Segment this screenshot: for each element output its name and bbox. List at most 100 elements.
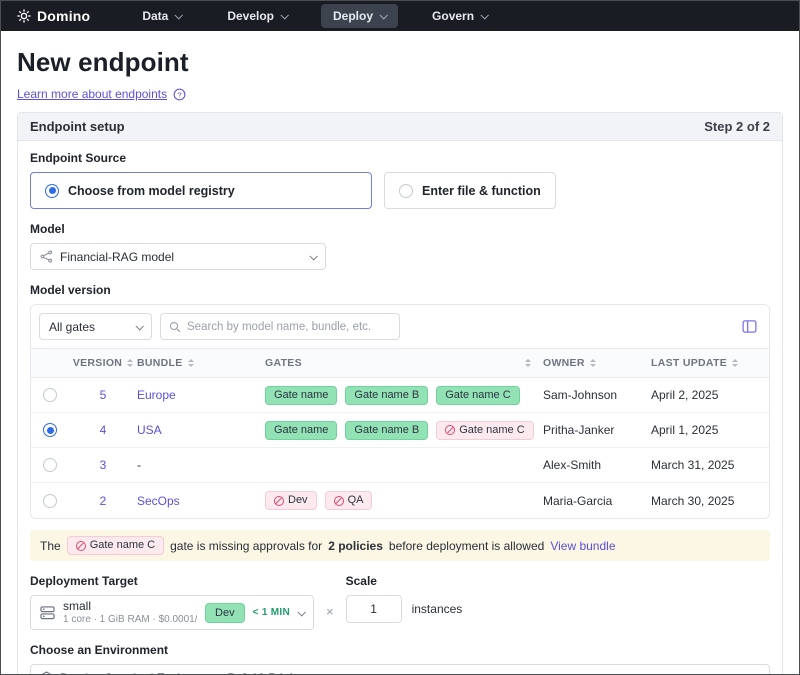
domino-brand[interactable]: Domino xyxy=(17,8,90,24)
nav-menu: Data Develop Deploy Govern xyxy=(130,4,521,28)
sort-icon[interactable] xyxy=(732,359,738,367)
chevron-down-icon xyxy=(309,252,317,260)
version-link[interactable]: 3 xyxy=(100,458,107,472)
endpoint-source-option-0[interactable]: Choose from model registry xyxy=(30,172,372,209)
nav-item-data[interactable]: Data xyxy=(130,4,193,28)
header-last-update[interactable]: LAST UPDATE xyxy=(651,357,769,369)
table-row: 5 Europe Gate nameGate name BGate name CSa… xyxy=(31,378,769,413)
radio-button[interactable] xyxy=(45,184,59,198)
last-update-value: March 31, 2025 xyxy=(651,458,769,472)
nav-item-label: Deploy xyxy=(333,9,373,23)
warning-text: before deployment is allowed xyxy=(389,539,544,553)
view-bundle-link[interactable]: View bundle xyxy=(550,539,615,553)
help-icon[interactable]: ? xyxy=(173,88,186,101)
row-radio-button[interactable] xyxy=(43,388,57,402)
target-name-block: small 1 core · 1 GiB RAM · $0.0001/min xyxy=(63,600,197,625)
last-update-value: April 2, 2025 xyxy=(651,388,769,402)
table-header-row: VERSION BUNDLE GATES xyxy=(31,348,769,378)
owner-value: Sam-Johnson xyxy=(543,388,651,402)
header-gates[interactable]: GATES xyxy=(265,357,543,369)
learn-more-link[interactable]: Learn more about endpoints xyxy=(17,87,167,101)
model-version-label: Model version xyxy=(30,283,770,297)
environment-select[interactable]: Domino Standard Environment Py3.10 R4.4 xyxy=(30,664,770,675)
option-label: Enter file & function xyxy=(422,184,541,198)
table-row: 3-Alex-SmithMarch 31, 2025 xyxy=(31,448,769,483)
chevron-down-icon xyxy=(481,11,489,19)
nav-item-govern[interactable]: Govern xyxy=(420,4,499,28)
scale-group: Scale instances xyxy=(346,574,463,623)
endpoint-source-label: Endpoint Source xyxy=(30,151,770,165)
bundle-link[interactable]: SecOps xyxy=(137,494,180,508)
chevron-down-icon xyxy=(379,11,387,19)
environment-value: Domino Standard Environment Py3.10 R4.4 xyxy=(60,671,747,675)
model-select[interactable]: Financial-RAG model xyxy=(30,243,326,270)
bundle-link[interactable]: USA xyxy=(137,423,162,437)
header-owner[interactable]: OWNER xyxy=(543,357,651,369)
gates-cell: DevQA xyxy=(265,491,543,510)
gate-badge: Dev xyxy=(265,491,317,510)
row-radio-button[interactable] xyxy=(43,423,57,437)
nav-item-label: Data xyxy=(142,9,168,23)
row-radio-button[interactable] xyxy=(43,494,57,508)
chevron-down-icon xyxy=(135,322,143,330)
column-settings-icon[interactable] xyxy=(738,317,761,336)
scale-input[interactable] xyxy=(346,595,402,623)
endpoint-setup-card: Endpoint setup Step 2 of 2 Endpoint Sour… xyxy=(17,112,783,675)
version-link[interactable]: 4 xyxy=(100,423,107,437)
model-label: Model xyxy=(30,222,770,236)
nav-item-develop[interactable]: Develop xyxy=(215,4,299,28)
chevron-down-icon xyxy=(297,608,305,616)
target-name: small xyxy=(63,600,197,614)
model-version-table: All gates xyxy=(30,304,770,519)
search-box xyxy=(160,313,400,340)
nav-item-deploy[interactable]: Deploy xyxy=(321,4,398,28)
gate-badge: Gate name xyxy=(265,421,337,440)
model-select-value: Financial-RAG model xyxy=(60,250,303,264)
option-label: Choose from model registry xyxy=(68,184,235,198)
gates-filter-select[interactable]: All gates xyxy=(39,313,152,340)
sort-icon[interactable] xyxy=(525,359,531,367)
sort-icon[interactable] xyxy=(127,359,133,367)
app-window: Domino Data Develop Deploy Govern New endpo… xyxy=(0,0,800,675)
sort-icon[interactable] xyxy=(590,359,596,367)
deployment-target-select[interactable]: small 1 core · 1 GiB RAM · $0.0001/min D… xyxy=(30,595,314,630)
table-toolbar: All gates xyxy=(31,305,769,348)
top-navbar: Domino Data Develop Deploy Govern xyxy=(1,1,799,31)
search-input[interactable] xyxy=(187,321,391,333)
gates-filter-value: All gates xyxy=(49,320,129,334)
domino-logo-gear-icon xyxy=(17,9,31,23)
endpoint-source-option-1[interactable]: Enter file & function xyxy=(384,172,556,209)
header-bundle[interactable]: BUNDLE xyxy=(137,357,265,369)
svg-text:?: ? xyxy=(177,90,181,99)
gates-cell: Gate name Gate name B Gate name C xyxy=(265,421,543,440)
deployment-target-label: Deployment Target xyxy=(30,574,314,588)
dev-badge: Dev xyxy=(205,603,245,623)
gates-cell: Gate nameGate name BGate name C xyxy=(265,386,543,405)
multiply-sign: × xyxy=(326,586,334,619)
scale-label: Scale xyxy=(346,574,463,588)
bundle-value: - xyxy=(137,458,265,472)
gate-badge: Gate name C xyxy=(436,421,533,440)
blocked-icon xyxy=(334,496,344,506)
blocked-icon xyxy=(274,496,284,506)
step-indicator: Step 2 of 2 xyxy=(704,119,770,134)
environment-cube-icon xyxy=(40,671,53,675)
blocked-icon xyxy=(76,541,86,551)
header-version[interactable]: VERSION xyxy=(69,357,137,369)
radio-button[interactable] xyxy=(399,184,413,198)
gate-badge: Gate name C xyxy=(67,536,164,555)
last-update-value: March 30, 2025 xyxy=(651,494,769,508)
page-title: New endpoint xyxy=(17,47,783,78)
endpoint-setup-header: Endpoint setup Step 2 of 2 xyxy=(18,113,782,141)
row-radio-button[interactable] xyxy=(43,458,57,472)
owner-value: Maria-Garcia xyxy=(543,494,651,508)
endpoint-setup-title: Endpoint setup xyxy=(30,119,125,134)
version-link[interactable]: 5 xyxy=(100,388,107,402)
gate-badge: Gate name B xyxy=(345,421,428,440)
sort-icon[interactable] xyxy=(188,359,194,367)
bundle-link[interactable]: Europe xyxy=(137,388,176,402)
hardware-tier-icon xyxy=(40,606,55,620)
environment-label: Choose an Environment xyxy=(30,643,770,657)
model-version-rows: 5 Europe Gate name Gate name B Gate name C Sa… xyxy=(31,378,769,518)
version-link[interactable]: 2 xyxy=(100,494,107,508)
